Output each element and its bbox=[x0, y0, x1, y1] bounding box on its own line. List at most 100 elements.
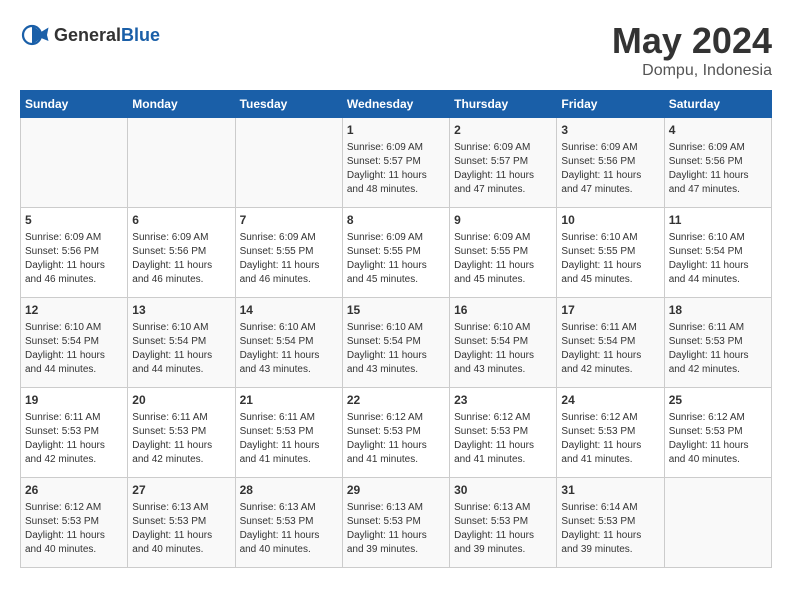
day-number: 23 bbox=[454, 392, 552, 409]
calendar-cell: 7 Sunrise: 6:09 AM Sunset: 5:55 PM Daylig… bbox=[235, 208, 342, 298]
day-info: Sunrise: 6:12 AM Sunset: 5:53 PM Dayligh… bbox=[561, 411, 659, 467]
day-number: 14 bbox=[240, 302, 338, 319]
calendar-cell: 21 Sunrise: 6:11 AM Sunset: 5:53 PM Dayli… bbox=[235, 388, 342, 478]
day-number: 20 bbox=[132, 392, 230, 409]
calendar-cell: 9 Sunrise: 6:09 AM Sunset: 5:55 PM Daylig… bbox=[450, 208, 557, 298]
calendar-cell: 6Sunrise: 6:09 AM Sunset: 5:56 PM Daylig… bbox=[128, 208, 235, 298]
day-number: 17 bbox=[561, 302, 659, 319]
week-row-3: 12 Sunrise: 6:10 AM Sunset: 5:54 PM Dayli… bbox=[21, 298, 772, 388]
calendar-cell: 10 Sunrise: 6:10 AM Sunset: 5:55 PM Dayli… bbox=[557, 208, 664, 298]
day-number: 21 bbox=[240, 392, 338, 409]
day-number: 6 bbox=[132, 212, 230, 229]
day-number: 30 bbox=[454, 482, 552, 499]
day-number: 2 bbox=[454, 122, 552, 139]
day-number: 15 bbox=[347, 302, 445, 319]
week-row-2: 5Sunrise: 6:09 AM Sunset: 5:56 PM Daylig… bbox=[21, 208, 772, 298]
weekday-header-tuesday: Tuesday bbox=[235, 91, 342, 118]
day-info: Sunrise: 6:10 AM Sunset: 5:55 PM Dayligh… bbox=[561, 231, 659, 287]
day-number: 13 bbox=[132, 302, 230, 319]
calendar-cell: 22 Sunrise: 6:12 AM Sunset: 5:53 PM Dayli… bbox=[342, 388, 449, 478]
calendar-cell: 4 Sunrise: 6:09 AM Sunset: 5:56 PM Daylig… bbox=[664, 118, 771, 208]
calendar-cell: 26Sunrise: 6:12 AM Sunset: 5:53 PM Dayli… bbox=[21, 478, 128, 568]
day-number: 9 bbox=[454, 212, 552, 229]
weekday-header-thursday: Thursday bbox=[450, 91, 557, 118]
weekday-header-saturday: Saturday bbox=[664, 91, 771, 118]
header: GeneralBlue May 2024 Dompu, Indonesia bbox=[20, 20, 772, 80]
day-info: Sunrise: 6:11 AM Sunset: 5:53 PM Dayligh… bbox=[240, 411, 338, 467]
day-info: Sunrise: 6:12 AM Sunset: 5:53 PM Dayligh… bbox=[25, 501, 123, 557]
day-number: 3 bbox=[561, 122, 659, 139]
day-number: 10 bbox=[561, 212, 659, 229]
day-info: Sunrise: 6:09 AM Sunset: 5:57 PM Dayligh… bbox=[347, 141, 445, 197]
calendar-cell: 2 Sunrise: 6:09 AM Sunset: 5:57 PM Daylig… bbox=[450, 118, 557, 208]
week-row-5: 26Sunrise: 6:12 AM Sunset: 5:53 PM Dayli… bbox=[21, 478, 772, 568]
day-info: Sunrise: 6:13 AM Sunset: 5:53 PM Dayligh… bbox=[347, 501, 445, 557]
day-info: Sunrise: 6:09 AM Sunset: 5:55 PM Dayligh… bbox=[454, 231, 552, 287]
calendar-cell: 1 Sunrise: 6:09 AM Sunset: 5:57 PM Daylig… bbox=[342, 118, 449, 208]
calendar-cell bbox=[128, 118, 235, 208]
day-number: 7 bbox=[240, 212, 338, 229]
calendar-cell: 20 Sunrise: 6:11 AM Sunset: 5:53 PM Dayli… bbox=[128, 388, 235, 478]
day-number: 24 bbox=[561, 392, 659, 409]
day-number: 29 bbox=[347, 482, 445, 499]
day-info: Sunrise: 6:10 AM Sunset: 5:54 PM Dayligh… bbox=[347, 321, 445, 377]
day-number: 11 bbox=[669, 212, 767, 229]
day-info: Sunrise: 6:12 AM Sunset: 5:53 PM Dayligh… bbox=[347, 411, 445, 467]
day-info: Sunrise: 6:10 AM Sunset: 5:54 PM Dayligh… bbox=[454, 321, 552, 377]
day-info: Sunrise: 6:09 AM Sunset: 5:56 PM Dayligh… bbox=[669, 141, 767, 197]
day-info: Sunrise: 6:11 AM Sunset: 5:53 PM Dayligh… bbox=[669, 321, 767, 377]
weekday-header-friday: Friday bbox=[557, 91, 664, 118]
calendar-cell: 31 Sunrise: 6:14 AM Sunset: 5:53 PM Dayli… bbox=[557, 478, 664, 568]
calendar-cell bbox=[664, 478, 771, 568]
calendar-cell: 19Sunrise: 6:11 AM Sunset: 5:53 PM Dayli… bbox=[21, 388, 128, 478]
day-number: 1 bbox=[347, 122, 445, 139]
logo-general: General bbox=[54, 25, 121, 45]
calendar-cell: 15 Sunrise: 6:10 AM Sunset: 5:54 PM Dayli… bbox=[342, 298, 449, 388]
logo-text: GeneralBlue bbox=[54, 25, 160, 46]
day-number: 8 bbox=[347, 212, 445, 229]
calendar-cell: 16 Sunrise: 6:10 AM Sunset: 5:54 PM Dayli… bbox=[450, 298, 557, 388]
calendar-table: SundayMondayTuesdayWednesdayThursdayFrid… bbox=[20, 90, 772, 568]
month-title: May 2024 bbox=[612, 20, 772, 62]
day-info: Sunrise: 6:11 AM Sunset: 5:53 PM Dayligh… bbox=[25, 411, 123, 467]
calendar-cell: 25Sunrise: 6:12 AM Sunset: 5:53 PM Dayli… bbox=[664, 388, 771, 478]
calendar-cell: 23 Sunrise: 6:12 AM Sunset: 5:53 PM Dayli… bbox=[450, 388, 557, 478]
weekday-header-sunday: Sunday bbox=[21, 91, 128, 118]
calendar-cell: 8 Sunrise: 6:09 AM Sunset: 5:55 PM Daylig… bbox=[342, 208, 449, 298]
calendar-cell: 24 Sunrise: 6:12 AM Sunset: 5:53 PM Dayli… bbox=[557, 388, 664, 478]
day-info: Sunrise: 6:12 AM Sunset: 5:53 PM Dayligh… bbox=[454, 411, 552, 467]
calendar-cell: 12 Sunrise: 6:10 AM Sunset: 5:54 PM Dayli… bbox=[21, 298, 128, 388]
calendar-cell: 5Sunrise: 6:09 AM Sunset: 5:56 PM Daylig… bbox=[21, 208, 128, 298]
calendar-cell: 11 Sunrise: 6:10 AM Sunset: 5:54 PM Dayli… bbox=[664, 208, 771, 298]
calendar-cell: 27Sunrise: 6:13 AM Sunset: 5:53 PM Dayli… bbox=[128, 478, 235, 568]
logo-icon bbox=[20, 20, 50, 50]
day-info: Sunrise: 6:11 AM Sunset: 5:53 PM Dayligh… bbox=[132, 411, 230, 467]
calendar-cell bbox=[235, 118, 342, 208]
day-number: 4 bbox=[669, 122, 767, 139]
day-number: 16 bbox=[454, 302, 552, 319]
day-info: Sunrise: 6:10 AM Sunset: 5:54 PM Dayligh… bbox=[25, 321, 123, 377]
week-row-1: 1 Sunrise: 6:09 AM Sunset: 5:57 PM Daylig… bbox=[21, 118, 772, 208]
day-info: Sunrise: 6:14 AM Sunset: 5:53 PM Dayligh… bbox=[561, 501, 659, 557]
weekday-header-monday: Monday bbox=[128, 91, 235, 118]
calendar-cell: 30 Sunrise: 6:13 AM Sunset: 5:53 PM Dayli… bbox=[450, 478, 557, 568]
week-row-4: 19Sunrise: 6:11 AM Sunset: 5:53 PM Dayli… bbox=[21, 388, 772, 478]
location-title: Dompu, Indonesia bbox=[612, 62, 772, 80]
day-number: 18 bbox=[669, 302, 767, 319]
day-info: Sunrise: 6:11 AM Sunset: 5:54 PM Dayligh… bbox=[561, 321, 659, 377]
day-info: Sunrise: 6:10 AM Sunset: 5:54 PM Dayligh… bbox=[669, 231, 767, 287]
day-number: 22 bbox=[347, 392, 445, 409]
day-info: Sunrise: 6:09 AM Sunset: 5:55 PM Dayligh… bbox=[240, 231, 338, 287]
day-info: Sunrise: 6:09 AM Sunset: 5:55 PM Dayligh… bbox=[347, 231, 445, 287]
calendar-cell: 17 Sunrise: 6:11 AM Sunset: 5:54 PM Dayli… bbox=[557, 298, 664, 388]
day-number: 27 bbox=[132, 482, 230, 499]
day-info: Sunrise: 6:10 AM Sunset: 5:54 PM Dayligh… bbox=[240, 321, 338, 377]
day-number: 12 bbox=[25, 302, 123, 319]
day-info: Sunrise: 6:13 AM Sunset: 5:53 PM Dayligh… bbox=[454, 501, 552, 557]
logo-blue: Blue bbox=[121, 25, 160, 45]
day-number: 31 bbox=[561, 482, 659, 499]
day-info: Sunrise: 6:09 AM Sunset: 5:57 PM Dayligh… bbox=[454, 141, 552, 197]
calendar-cell: 18 Sunrise: 6:11 AM Sunset: 5:53 PM Dayli… bbox=[664, 298, 771, 388]
day-info: Sunrise: 6:09 AM Sunset: 5:56 PM Dayligh… bbox=[561, 141, 659, 197]
day-info: Sunrise: 6:12 AM Sunset: 5:53 PM Dayligh… bbox=[669, 411, 767, 467]
